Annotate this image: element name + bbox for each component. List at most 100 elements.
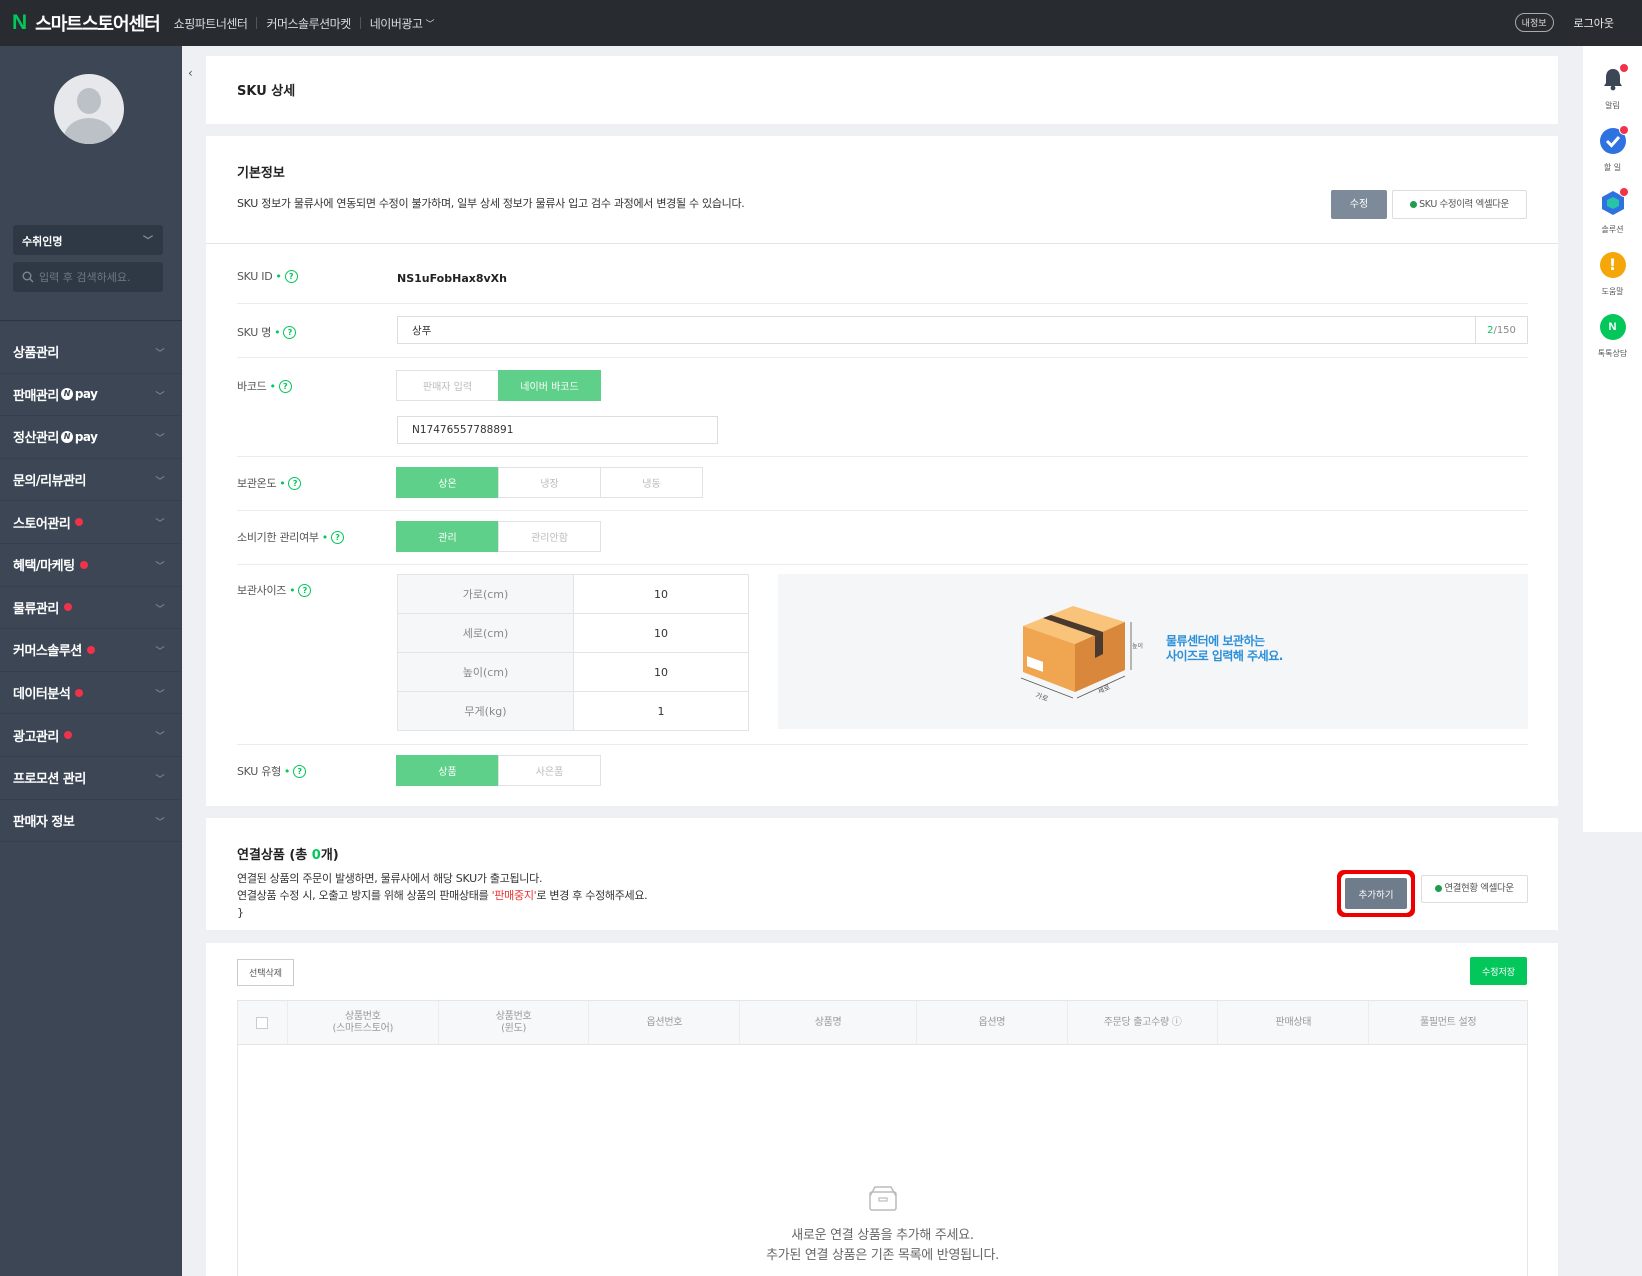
barcode-option-naver[interactable]: 네이버 바코드 <box>498 370 601 401</box>
sidebar-item-sales[interactable]: 판매관리 Npay ﹀ <box>0 374 182 417</box>
size-value-height[interactable]: 10 <box>573 652 749 692</box>
storage-size-label-text: 보관사이즈 <box>237 584 287 597</box>
sku-type-toggle: 상품 사은품 <box>396 755 601 786</box>
new-badge-icon <box>75 688 84 697</box>
help-icon[interactable]: ? <box>288 476 302 490</box>
my-info-button[interactable]: 내정보 <box>1514 13 1554 32</box>
expiry-option-manage[interactable]: 관리 <box>396 521 499 552</box>
sidebar-search-input[interactable]: 입력 후 검색하세요. <box>13 262 163 292</box>
sidebar-item-label: 프로모션 관리 <box>13 772 86 788</box>
help-icon[interactable]: ? <box>330 530 344 544</box>
help-icon[interactable]: ? <box>284 270 298 283</box>
select-delete-button[interactable]: 선택삭제 <box>237 959 294 986</box>
sidebar-item-settlement[interactable]: 정산관리 Npay ﹀ <box>0 416 182 459</box>
temperature-label: 보관온도 •? <box>237 475 302 491</box>
empty-box-icon <box>869 1186 897 1211</box>
sidebar-item-product[interactable]: 상품관리 ﹀ <box>0 331 182 374</box>
talktalk-icon: N <box>1599 314 1626 340</box>
notification-label: 알림 <box>1605 101 1620 110</box>
box-dim-height: 높이 <box>1132 642 1143 650</box>
temperature-option-room[interactable]: 상온 <box>396 467 499 498</box>
nav-commerce-solution[interactable]: 커머스솔루션마켓 <box>266 15 351 32</box>
logout-button[interactable]: 로그아웃 <box>1574 15 1614 31</box>
column-header[interactable]: 옵션명 <box>917 1001 1068 1044</box>
temperature-option-chilled[interactable]: 냉장 <box>498 467 601 498</box>
column-header[interactable]: 상품번호 (윈도) <box>439 1001 590 1044</box>
store-select[interactable]: 수취인명 ﹀ <box>13 225 163 255</box>
column-header[interactable]: 판매상태 <box>1218 1001 1370 1044</box>
expiry-option-no-manage[interactable]: 관리안함 <box>498 521 601 552</box>
help-label: 도움말 <box>1601 287 1624 296</box>
sidebar-item-promotion[interactable]: 프로모션 관리 ﹀ <box>0 757 182 800</box>
store-select-value: 수취인명 <box>22 235 63 248</box>
talktalk-item[interactable]: N 톡톡상담 <box>1583 314 1642 359</box>
solution-label: 솔루션 <box>1601 225 1624 234</box>
sidebar-item-seller-info[interactable]: 판매자 정보 ﹀ <box>0 800 182 843</box>
edit-button[interactable]: 수정 <box>1331 190 1387 219</box>
naver-logo-icon: N <box>12 11 28 34</box>
sidebar-item-marketing[interactable]: 혜택/마케팅 ﹀ <box>0 544 182 587</box>
size-value-width[interactable]: 10 <box>573 574 749 614</box>
sku-type-option-gift[interactable]: 사은품 <box>498 755 601 786</box>
page-title: SKU 상세 <box>237 84 296 99</box>
chevron-down-icon: ﹀ <box>155 817 164 828</box>
empty-line-2: 추가된 연결 상품은 기존 목록에 반영됩니다. <box>766 1248 999 1263</box>
column-header[interactable]: 상품번호 (스마트스토어) <box>288 1001 439 1044</box>
column-header[interactable]: 주문당 출고수량 ⓘ <box>1068 1001 1219 1044</box>
add-linked-product-button[interactable]: 추가하기 <box>1345 878 1407 909</box>
sidebar-item-inquiry-review[interactable]: 문의/리뷰관리 ﹀ <box>0 459 182 502</box>
sidebar-item-ads[interactable]: 광고관리 ﹀ <box>0 714 182 757</box>
todo-label: 할 일 <box>1603 163 1622 172</box>
chevron-down-icon: ﹀ <box>155 732 164 743</box>
linked-products-panel: 연결상품 (총 0개) 연결된 상품의 주문이 발생하면, 물류사에서 해당 S… <box>206 818 1558 930</box>
help-item[interactable]: ! 도움말 <box>1583 252 1642 297</box>
excel-icon <box>1410 201 1418 208</box>
size-value-weight[interactable]: 1 <box>573 691 749 731</box>
solution-item[interactable]: 솔루션 <box>1583 187 1642 235</box>
chevron-down-icon: ﹀ <box>155 647 164 658</box>
sidebar-item-label: 판매자 정보 <box>13 814 75 830</box>
nav-naver-ads[interactable]: 네이버광고 <box>370 15 423 32</box>
sidebar-collapse-icon[interactable]: ‹ <box>188 66 193 80</box>
sidebar-item-data-analysis[interactable]: 데이터분석 ﹀ <box>0 672 182 715</box>
basic-info-desc: SKU 정보가 물류사에 연동되면 수정이 불가하며, 일부 상세 정보가 물류… <box>237 197 745 210</box>
avatar[interactable] <box>54 74 124 144</box>
sidebar-divider <box>0 320 182 321</box>
column-header[interactable]: 상품명 <box>740 1001 917 1044</box>
barcode-input[interactable]: N17476557788891 <box>397 416 718 444</box>
linked-products-title: 연결상품 (총 0개) <box>237 844 339 863</box>
sidebar-item-label: 데이터분석 <box>13 687 71 703</box>
sku-type-option-product[interactable]: 상품 <box>396 755 499 786</box>
sku-id-value: NS1uFobHax8vXh <box>397 272 507 285</box>
sidebar-item-commerce-solution[interactable]: 커머스솔루션 ﹀ <box>0 629 182 672</box>
sidebar: 수취인명 ﹀ 입력 후 검색하세요. 상품관리 ﹀ 판매관리 Npay ﹀ 정산관리 N… <box>0 46 182 1276</box>
sku-history-excel-button[interactable]: SKU 수정이력 엑셀다운 <box>1392 190 1527 219</box>
help-icon[interactable]: ? <box>278 379 292 393</box>
sidebar-item-logistics[interactable]: 물류관리 ﹀ <box>0 587 182 630</box>
bell-icon <box>1600 63 1629 92</box>
divider <box>206 243 1558 244</box>
nav-shopping-partner[interactable]: 쇼핑파트너센터 <box>174 15 248 32</box>
barcode-option-seller[interactable]: 판매자 입력 <box>396 370 499 401</box>
sidebar-item-label: 스토어관리 <box>13 516 71 532</box>
temperature-option-frozen[interactable]: 냉동 <box>600 467 703 498</box>
help-icon[interactable]: ? <box>293 764 307 778</box>
sku-id-label-text: SKU ID <box>237 270 273 283</box>
sidebar-item-store[interactable]: 스토어관리 ﹀ <box>0 501 182 544</box>
column-header[interactable]: 풀필먼트 설정 <box>1369 1001 1527 1044</box>
divider <box>237 564 1528 565</box>
chevron-down-icon: ﹀ <box>155 476 164 487</box>
notification-item[interactable]: 알림 <box>1583 63 1642 111</box>
help-icon[interactable]: ? <box>298 583 312 597</box>
sku-name-input[interactable]: 상푸 2/150 <box>397 316 1528 344</box>
save-changes-button[interactable]: 수정저장 <box>1470 957 1527 985</box>
new-badge-icon <box>63 731 72 740</box>
size-value-depth[interactable]: 10 <box>573 613 749 653</box>
todo-item[interactable]: 할 일 <box>1583 125 1642 173</box>
linked-excel-download-button[interactable]: 연결현황 엑셀다운 <box>1421 875 1528 903</box>
logo[interactable]: N 스마트스토어센터 <box>12 10 161 36</box>
size-name: 가로(cm) <box>397 574 574 614</box>
help-icon[interactable]: ? <box>283 325 297 339</box>
column-header[interactable]: 옵션번호 <box>589 1001 741 1044</box>
select-all-checkbox[interactable] <box>256 1016 269 1029</box>
